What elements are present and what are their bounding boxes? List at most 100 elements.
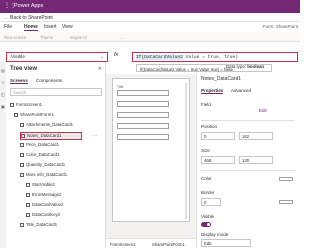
app-name: Power Apps xyxy=(14,3,44,9)
tree-node-attachments[interactable]: Attachments_DataCard1 xyxy=(20,122,102,130)
property-value: Visible xyxy=(11,54,26,60)
chevron-down-icon: ⌄ xyxy=(99,54,104,60)
ribbon-toolbar: New screen Theme Segoe UI ... xyxy=(0,32,300,42)
size-label: Size xyxy=(201,148,210,153)
selected-control-name: Notes_DataCard1 xyxy=(201,76,242,82)
tree-node-more-info[interactable]: More info_DataCard1 xyxy=(20,172,102,180)
tree-node-label: SharePointForm1 xyxy=(20,112,54,117)
tree-node-notes[interactable]: Notes_DataCard1 ··· xyxy=(20,132,97,140)
canvas-breadcrumb: FormScreen1 SharePointForm1 xyxy=(106,238,196,248)
tree-node-quantity[interactable]: Quantity_DataCard1 xyxy=(20,162,102,170)
card-icon xyxy=(21,133,25,138)
menu-insert[interactable]: Insert xyxy=(44,24,57,30)
breadcrumb-form[interactable]: SharePointForm1 xyxy=(152,242,185,247)
height-input[interactable]: 130 xyxy=(239,156,273,164)
tab-components[interactable]: Components xyxy=(36,78,62,83)
tree-node-label: Color_DataCard1 xyxy=(26,152,60,157)
phone-preview[interactable]: Title xyxy=(112,78,190,222)
checkbox-icon xyxy=(26,202,30,207)
data-type: Data type: boolean xyxy=(226,64,264,69)
tree-search-input[interactable]: Search xyxy=(10,88,102,96)
menu-bar: File Home Insert View Form: SharePoint xyxy=(0,22,300,32)
preview-field xyxy=(117,112,169,118)
edit-fields-link[interactable]: Edit xyxy=(259,108,267,113)
back-link[interactable]: ←Back to SharePoint xyxy=(4,15,53,21)
menu-view[interactable]: View xyxy=(62,24,73,30)
display-mode-dropdown[interactable]: Edit xyxy=(201,239,251,247)
visible-label: Visible xyxy=(201,214,215,219)
preview-field xyxy=(117,123,169,129)
card-icon xyxy=(20,162,24,167)
breadcrumb-screen[interactable]: FormScreen1 xyxy=(110,242,135,247)
back-arrow-icon: ← xyxy=(4,14,9,21)
tree-node-label: Quantity_DataCard1 xyxy=(26,162,66,167)
card-icon xyxy=(20,142,24,147)
close-icon[interactable]: ✕ xyxy=(98,66,102,72)
label-icon xyxy=(26,192,30,197)
media-icon[interactable]: ▣ xyxy=(1,104,5,109)
tree-node-starvisible2[interactable]: StarVisible2 xyxy=(26,182,102,190)
menu-home[interactable]: Home xyxy=(24,24,38,31)
tree-node-price[interactable]: Price_DataCard1 xyxy=(20,142,102,150)
card-icon xyxy=(20,152,24,157)
display-mode-label: Display mode xyxy=(201,232,229,237)
tree-node-sharepointform1[interactable]: SharePointForm1 xyxy=(14,112,102,120)
preview-field xyxy=(117,134,169,140)
formula-rest: .Value = true, true) xyxy=(182,54,239,60)
width-input[interactable]: 468 xyxy=(201,156,235,164)
theme-button[interactable]: Theme xyxy=(40,35,53,40)
formula-highlight: If(DataCardValue2 xyxy=(136,54,183,60)
tree-node-label: DataCardKey2 xyxy=(32,212,61,217)
tree-node-color[interactable]: Color_DataCard1 xyxy=(20,152,102,160)
design-canvas[interactable]: Title xyxy=(106,74,196,238)
tab-properties[interactable]: Properties xyxy=(201,88,224,94)
tree-view-panel: Tree view ✕ Screens Components Search Fo… xyxy=(6,62,106,248)
toolbar-more[interactable]: ... xyxy=(120,35,124,40)
border-color-swatch[interactable] xyxy=(279,200,293,204)
tree-node-title[interactable]: Title_DataCard1 xyxy=(20,222,102,230)
tree-node-label: StarVisible2 xyxy=(32,182,55,187)
tree-node-datacardkey2[interactable]: DataCardKey2 xyxy=(26,212,102,220)
search-placeholder: Search xyxy=(13,90,27,96)
menu-file[interactable]: File xyxy=(4,24,12,30)
y-input[interactable]: 162 xyxy=(239,132,273,140)
formula-input[interactable]: If(DataCardValue2.Value = true, true) xyxy=(132,52,298,62)
tree-node-formscreen1[interactable]: FormScreen1 xyxy=(10,102,102,110)
label-icon xyxy=(26,182,30,187)
divider xyxy=(201,120,295,121)
x-input[interactable]: 0 xyxy=(201,132,235,140)
color-swatch[interactable] xyxy=(279,177,293,181)
tree-node-label: Notes_DataCard1 xyxy=(27,133,62,138)
font-dropdown[interactable]: Segoe UI xyxy=(70,35,87,40)
new-screen-button[interactable]: New screen xyxy=(4,35,26,40)
tree-node-errormessage2[interactable]: ErrorMessage2 xyxy=(26,192,102,200)
tree-node-label: More info_DataCard1 xyxy=(26,172,68,177)
label-icon xyxy=(26,212,30,217)
tree-node-datacardvalue2[interactable]: DataCardValue2 xyxy=(26,202,102,210)
data-type-value: boolean xyxy=(247,64,265,69)
data-icon[interactable]: ◫ xyxy=(1,92,5,97)
preview-field xyxy=(117,101,169,107)
border-input[interactable]: 0 xyxy=(201,198,221,206)
formula-text: If(DataCardValue2.Value = true, true) xyxy=(136,54,239,60)
property-dropdown[interactable]: Visible ⌄ xyxy=(6,52,108,62)
form-icon xyxy=(14,112,18,117)
more-options-icon[interactable]: ··· xyxy=(92,133,97,139)
preview-scrollbar[interactable] xyxy=(185,83,187,219)
divider xyxy=(201,170,295,171)
tab-advanced[interactable]: Advanced xyxy=(231,88,251,93)
color-label: Color xyxy=(201,176,212,181)
screen-icon xyxy=(10,102,14,107)
data-type-label: Data type: xyxy=(226,64,247,69)
title-bar: ⋮⋮ Power Apps xyxy=(0,0,300,13)
tree-view-title: Tree view xyxy=(10,66,38,72)
tab-screens[interactable]: Screens xyxy=(10,78,28,84)
border-label: Border xyxy=(201,190,215,195)
visible-toggle[interactable] xyxy=(201,222,211,227)
field-label: Field xyxy=(201,102,211,107)
insert-icon[interactable]: ＋ xyxy=(1,80,5,86)
tree-node-label: Title_DataCard1 xyxy=(26,222,58,227)
tree-view-icon[interactable]: ▤ xyxy=(1,68,5,73)
card-icon xyxy=(20,172,24,177)
card-icon xyxy=(20,222,24,227)
